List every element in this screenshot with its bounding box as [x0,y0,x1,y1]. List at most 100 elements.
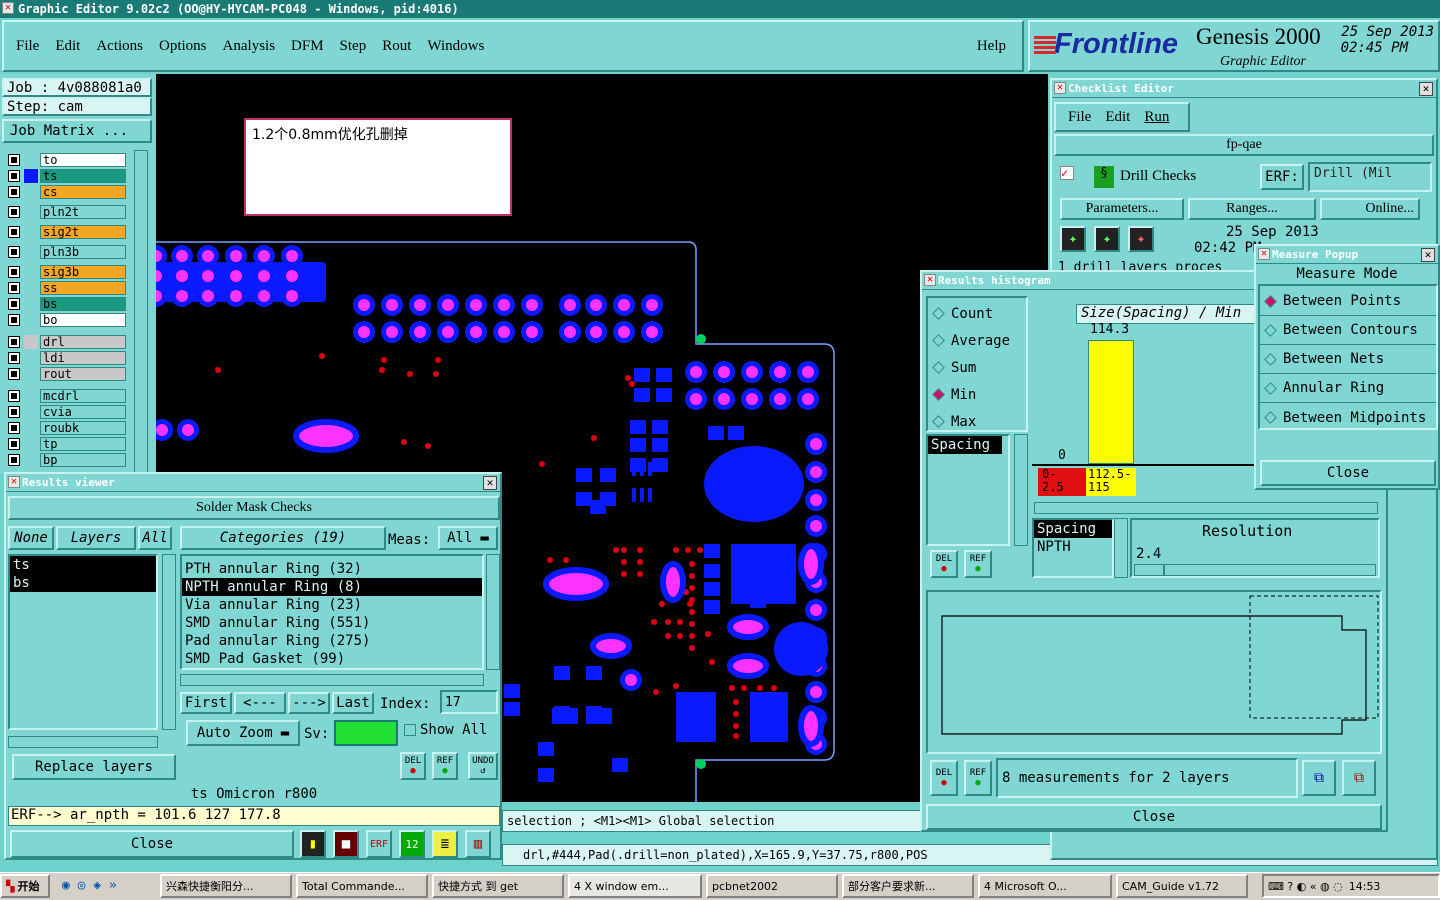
mode-between-nets[interactable]: Between Nets [1260,345,1436,374]
layer-checkbox[interactable] [8,313,20,326]
layer-color-swatch[interactable] [24,351,38,365]
layer-checkbox[interactable] [8,245,20,258]
undo-button[interactable]: UNDO ↺ [468,752,498,780]
category-hscroll[interactable] [180,674,484,686]
layer-row-bs[interactable]: bs [8,296,126,311]
menu-file[interactable]: File [16,38,39,55]
category-item[interactable]: Via annular Ring (23) [182,596,482,614]
erf-value[interactable]: Drill (Mil [1308,162,1432,192]
app-close-icon[interactable]: ✕ [2,2,14,14]
layer-color-swatch[interactable] [24,367,38,381]
run-icon[interactable]: ✦ [1060,226,1086,252]
hist-ref2-button[interactable]: REF ● [964,760,992,796]
mode-between-midpoints[interactable]: Between Midpoints [1260,403,1436,432]
layer-row-bo[interactable]: bo [8,312,126,327]
first-button[interactable]: First [180,692,232,714]
layer-checkbox[interactable] [8,265,20,278]
parameters-button[interactable]: Parameters... [1060,198,1184,220]
results-layer-list[interactable]: ts bs [8,554,158,730]
none-button[interactable]: None [8,526,54,550]
layer-color-swatch[interactable] [24,453,38,467]
zoom-net-icon[interactable]: ⧉ [1342,760,1376,796]
layer-row-ts[interactable]: ts [8,168,126,183]
sv-color-select[interactable] [334,720,398,746]
histogram-bar[interactable] [1088,340,1134,464]
histogram-close-button[interactable]: Close [926,804,1382,830]
hist-ref-button[interactable]: REF ● [964,550,992,578]
bin-red[interactable]: 0- 2.5 [1038,468,1086,496]
mode-between-contours[interactable]: Between Contours [1260,316,1436,345]
layer-checkbox[interactable] [8,185,20,198]
layer-row-pln3b[interactable]: pln3b [8,244,126,259]
layer-row-cs[interactable]: cs [8,184,126,199]
layer-color-swatch[interactable] [24,313,38,327]
ref-button[interactable]: REF ● [432,752,458,780]
next-button[interactable]: ---> [288,692,330,714]
sort-icon[interactable]: 12 [399,830,425,858]
menu-step[interactable]: Step [340,38,367,55]
menu-rout[interactable]: Rout [382,38,411,55]
task-item[interactable]: Total Comma​nde... [296,874,428,898]
layer-row-roubk[interactable]: roubk [8,420,126,435]
layer-checkbox[interactable] [8,205,20,218]
run-stop-icon[interactable]: ✦ [1128,226,1154,252]
histogram-icon[interactable]: ▥ [465,830,491,858]
categories-button[interactable]: Categories (19) [180,526,386,550]
results-viewer-titlebar[interactable]: ✕ Results viewer ✕ [6,474,500,492]
layer-checkbox[interactable] [8,367,20,380]
menu-actions[interactable]: Actions [96,38,143,55]
measure-close-icon[interactable]: ✕ [1421,248,1435,262]
histogram-list[interactable]: Spacing [926,434,1010,546]
layer-row-cvia[interactable]: cvia [8,404,126,419]
menu-help[interactable]: Help [977,38,1006,55]
layer-row-sig3b[interactable]: sig3b [8,264,126,279]
layer-scrollbar[interactable] [134,150,148,474]
layer-color-swatch[interactable] [24,281,38,295]
layer-row-ss[interactable]: ss [8,280,126,295]
layer-color-swatch[interactable] [24,297,38,311]
layer-checkbox[interactable] [8,421,20,434]
layer-list[interactable]: to ts cs pln2t sig2t pln3b sig3b ss bs bo drl ldi ro… [2,150,128,474]
bin-yellow[interactable]: 112.5- 115 [1086,468,1136,496]
layer-color-swatch[interactable] [24,265,38,279]
mode-max[interactable]: Max [928,408,1026,435]
results-close-button[interactable]: Close [10,830,294,858]
results-viewer-close-icon[interactable]: ✕ [483,476,497,490]
run-all-icon[interactable]: ✦ [1094,226,1120,252]
mode-min[interactable]: Min [928,381,1026,408]
measure-close-button[interactable]: Close [1260,460,1436,486]
layer-color-swatch[interactable] [24,389,38,403]
hist-del-button[interactable]: DEL ● [930,550,958,578]
layer-checkbox[interactable] [8,225,20,238]
layer-row-rout[interactable]: rout [8,366,126,381]
task-item[interactable]: 部分客户要求新... [842,874,974,898]
mode-sum[interactable]: Sum [928,354,1026,381]
mode-average[interactable]: Average [928,327,1026,354]
layer-checkbox[interactable] [8,351,20,364]
layer-checkbox[interactable] [8,281,20,294]
layer-color-swatch[interactable] [24,205,38,219]
category-item[interactable]: SMD annular Ring (551) [182,614,482,632]
cl-menu-run[interactable]: Run [1144,109,1169,126]
layers-button[interactable]: Layers [56,526,136,550]
index-input[interactable]: 17 [440,690,498,714]
menu-windows[interactable]: Windows [427,38,484,55]
auto-zoom-select[interactable]: Auto Zoom ▬ [186,720,300,746]
menu-analysis[interactable]: Analysis [223,38,276,55]
layer-color-swatch[interactable] [24,421,38,435]
layer-checkbox[interactable] [8,169,20,182]
layer-row-pln2t[interactable]: pln2t [8,204,126,219]
layer-color-swatch[interactable] [24,185,38,199]
layer-row-bp[interactable]: bp [8,452,126,467]
menu-edit[interactable]: Edit [55,38,80,55]
list-item[interactable]: ts [10,556,156,574]
online-button[interactable]: Online... [1320,198,1420,220]
all-button[interactable]: All [138,526,172,550]
task-item[interactable]: 快捷方式 到 get [432,874,564,898]
layer-checkbox[interactable] [8,437,20,450]
layer-row-to[interactable]: to [8,152,126,167]
last-button[interactable]: Last [332,692,374,714]
category-item[interactable]: PTH annular Ring (32) [182,560,482,578]
layer-row-sig2t[interactable]: sig2t [8,224,126,239]
task-item[interactable]: CAM_Guide v1.72 [1116,874,1248,898]
